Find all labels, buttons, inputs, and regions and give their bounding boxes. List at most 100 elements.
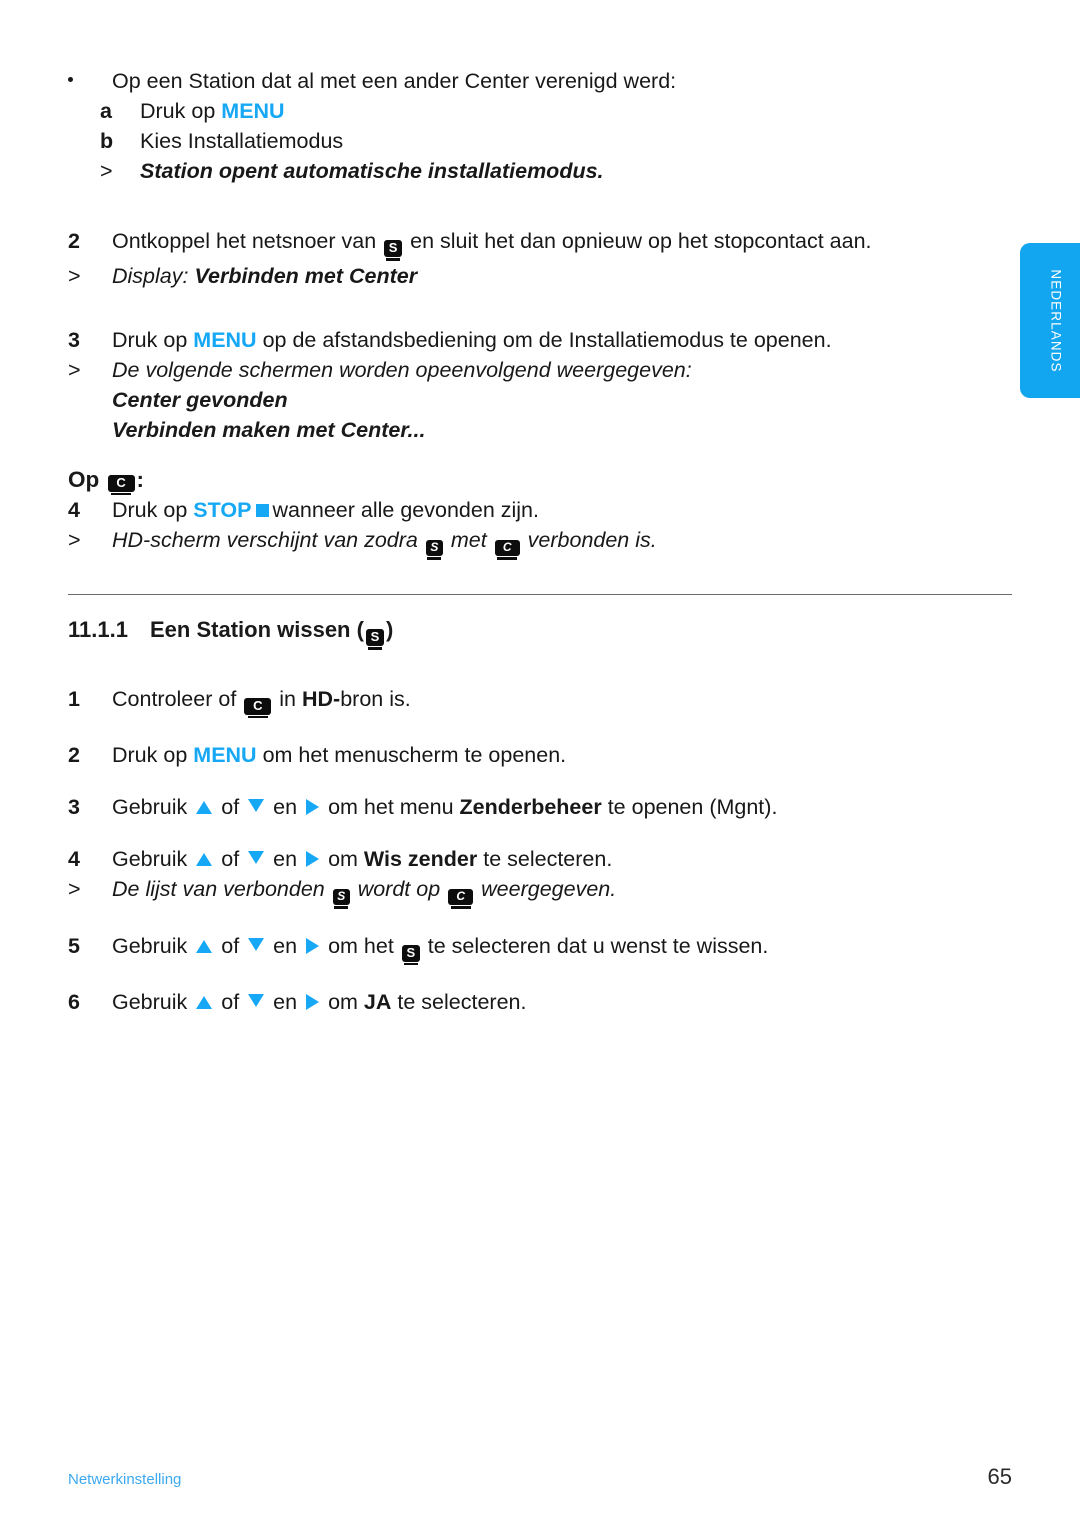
manual-page: NEDERLANDS Op een Station dat al met een…: [0, 0, 1080, 1527]
device-stand: [450, 906, 471, 909]
device-stand: [367, 647, 382, 650]
note-angle-marker: >: [68, 263, 81, 288]
section-title: Een Station wissen (S): [150, 617, 393, 650]
step-text: Gebruik of en om JA te selecteren.: [112, 990, 527, 1014]
stop-key-label: STOP: [193, 498, 252, 522]
section-heading: 11.1.1 Een Station wissen (S): [68, 617, 1012, 650]
list-item: 3 Gebruik of en om het menu Zenderbeheer…: [68, 792, 1012, 822]
station-device-icon: S: [384, 240, 403, 261]
arrow-right-icon: [306, 851, 320, 867]
menu-name: Zenderbeheer: [459, 795, 602, 819]
step-marker: 3: [68, 795, 80, 819]
step-marker: 5: [68, 933, 80, 958]
device-stand: [386, 258, 401, 261]
center-device-icon: C: [494, 540, 520, 560]
menu-key-label: MENU: [193, 327, 257, 352]
arrow-up-icon: [196, 996, 213, 1009]
list-item: 2 Druk op MENU om het menuscherm te open…: [68, 740, 1012, 770]
step-note-text: De lijst van verbonden S wordt op C weer…: [112, 874, 1012, 909]
arrow-down-icon: [248, 799, 265, 812]
bullet-marker: [68, 66, 112, 96]
station-device-icon: S: [365, 629, 384, 650]
device-stand: [334, 906, 349, 909]
step-3-text: Druk op MENU op de afstandsbediening om …: [112, 327, 832, 352]
step-2-marker: 2: [68, 229, 80, 253]
station-device-icon: S: [401, 944, 420, 965]
substep-a: a Druk op MENU: [68, 96, 1012, 126]
list-item: 6 Gebruik of en om JA te selecteren.: [68, 987, 1012, 1017]
arrow-down-icon: [248, 994, 265, 1007]
step-2-note: > Display: Verbinden met Center: [68, 261, 1012, 291]
note-angle-marker: >: [100, 159, 113, 183]
substep-a-text: Druk op MENU: [140, 99, 285, 123]
step-marker: 6: [68, 990, 80, 1014]
device-stand: [111, 492, 132, 495]
op-center-heading: Op C :: [68, 467, 1012, 495]
substep-a-marker: a: [100, 99, 112, 123]
step-text: Gebruik of en om het menu Zenderbeheer t…: [112, 795, 778, 819]
arrow-right-icon: [306, 937, 320, 954]
arrow-right-icon: [306, 994, 320, 1010]
arrow-up-icon: [196, 853, 213, 866]
menu-name: JA: [363, 990, 392, 1014]
bullet-item: Op een Station dat al met een ander Cent…: [68, 66, 1012, 96]
step-4-text: Druk op STOP wanneer alle gevonden zijn.: [112, 498, 539, 522]
arrow-up-icon: [196, 939, 213, 953]
device-stand: [247, 715, 268, 718]
step-marker: 1: [68, 686, 80, 711]
menu-name: Wis zender: [363, 847, 478, 871]
bullet-dot-icon: [68, 77, 73, 82]
note-angle-marker: >: [68, 528, 81, 552]
substep-note-text: Station opent automatische installatiemo…: [140, 159, 604, 183]
step-text: Controleer of C in HD-bron is.: [112, 684, 1012, 718]
screen-message-1: Center gevonden: [112, 387, 288, 412]
substep-b-marker: b: [100, 129, 114, 153]
step-2: 2 Ontkoppel het netsnoer van S en sluit …: [68, 226, 1012, 261]
station-device-icon: S: [425, 540, 443, 560]
page-footer: Netwerkinstelling 65: [68, 1464, 1012, 1490]
step-marker: 4: [68, 847, 80, 871]
step-3: 3 Druk op MENU op de afstandsbediening o…: [68, 325, 1012, 355]
language-tab-label: NEDERLANDS: [1048, 268, 1064, 373]
step-marker: 2: [68, 743, 80, 767]
arrow-up-icon: [196, 801, 213, 814]
stop-square-icon: [256, 504, 270, 517]
step-2-text: Ontkoppel het netsnoer van S en sluit he…: [112, 226, 1012, 261]
device-stand: [497, 557, 518, 560]
list-item-note: > De lijst van verbonden S wordt op C we…: [68, 874, 1012, 909]
list-item: 1 Controleer of C in HD-bron is.: [68, 684, 1012, 718]
note-angle-marker: >: [68, 877, 81, 901]
language-tab-nederlands: NEDERLANDS: [1020, 243, 1080, 398]
list-item: 4 Gebruik of en om Wis zender te selecte…: [68, 844, 1012, 874]
center-device-icon: C: [244, 697, 272, 718]
step-4-note: > HD-scherm verschijnt van zodra S met C…: [68, 525, 1012, 560]
menu-key-label: MENU: [193, 743, 257, 767]
step-4: 4 Druk op STOP wanneer alle gevonden zijn…: [68, 495, 1012, 525]
note-angle-marker: >: [68, 357, 81, 382]
arrow-down-icon: [248, 937, 265, 951]
arrow-down-icon: [248, 851, 265, 864]
page-content: Op een Station dat al met een ander Cent…: [68, 66, 1012, 1017]
step-text: Druk op MENU om het menuscherm te openen…: [112, 743, 567, 767]
list-item: 5 Gebruik of en om het S te selecteren d…: [68, 931, 1012, 965]
device-stand: [427, 557, 442, 560]
display-value: Verbinden met Center: [194, 263, 418, 288]
substep-b: b Kies Installatiemodus: [68, 126, 1012, 156]
center-device-icon: C: [448, 889, 474, 909]
arrow-right-icon: [306, 799, 320, 815]
step-4-note-text: HD-scherm verschijnt van zodra S met C v…: [112, 525, 1012, 560]
step-3-note: > De volgende schermen worden opeenvolge…: [68, 355, 1012, 385]
step-3-note-text: De volgende schermen worden opeenvolgend…: [112, 357, 692, 382]
step-2-note-text: Display: Verbinden met Center: [112, 263, 418, 288]
menu-key-label: MENU: [221, 99, 285, 123]
bullet-text: Op een Station dat al met een ander Cent…: [112, 69, 677, 93]
device-stand: [403, 962, 418, 965]
center-device-icon: C: [107, 474, 135, 495]
step-3-marker: 3: [68, 327, 80, 352]
screen-message-2: Verbinden maken met Center...: [112, 417, 426, 442]
footer-chapter-label: Netwerkinstelling: [68, 1471, 182, 1488]
page-number: 65: [987, 1464, 1012, 1489]
step-4-marker: 4: [68, 498, 80, 522]
substep-b-text: Kies Installatiemodus: [140, 129, 344, 153]
station-device-icon: S: [332, 889, 350, 909]
